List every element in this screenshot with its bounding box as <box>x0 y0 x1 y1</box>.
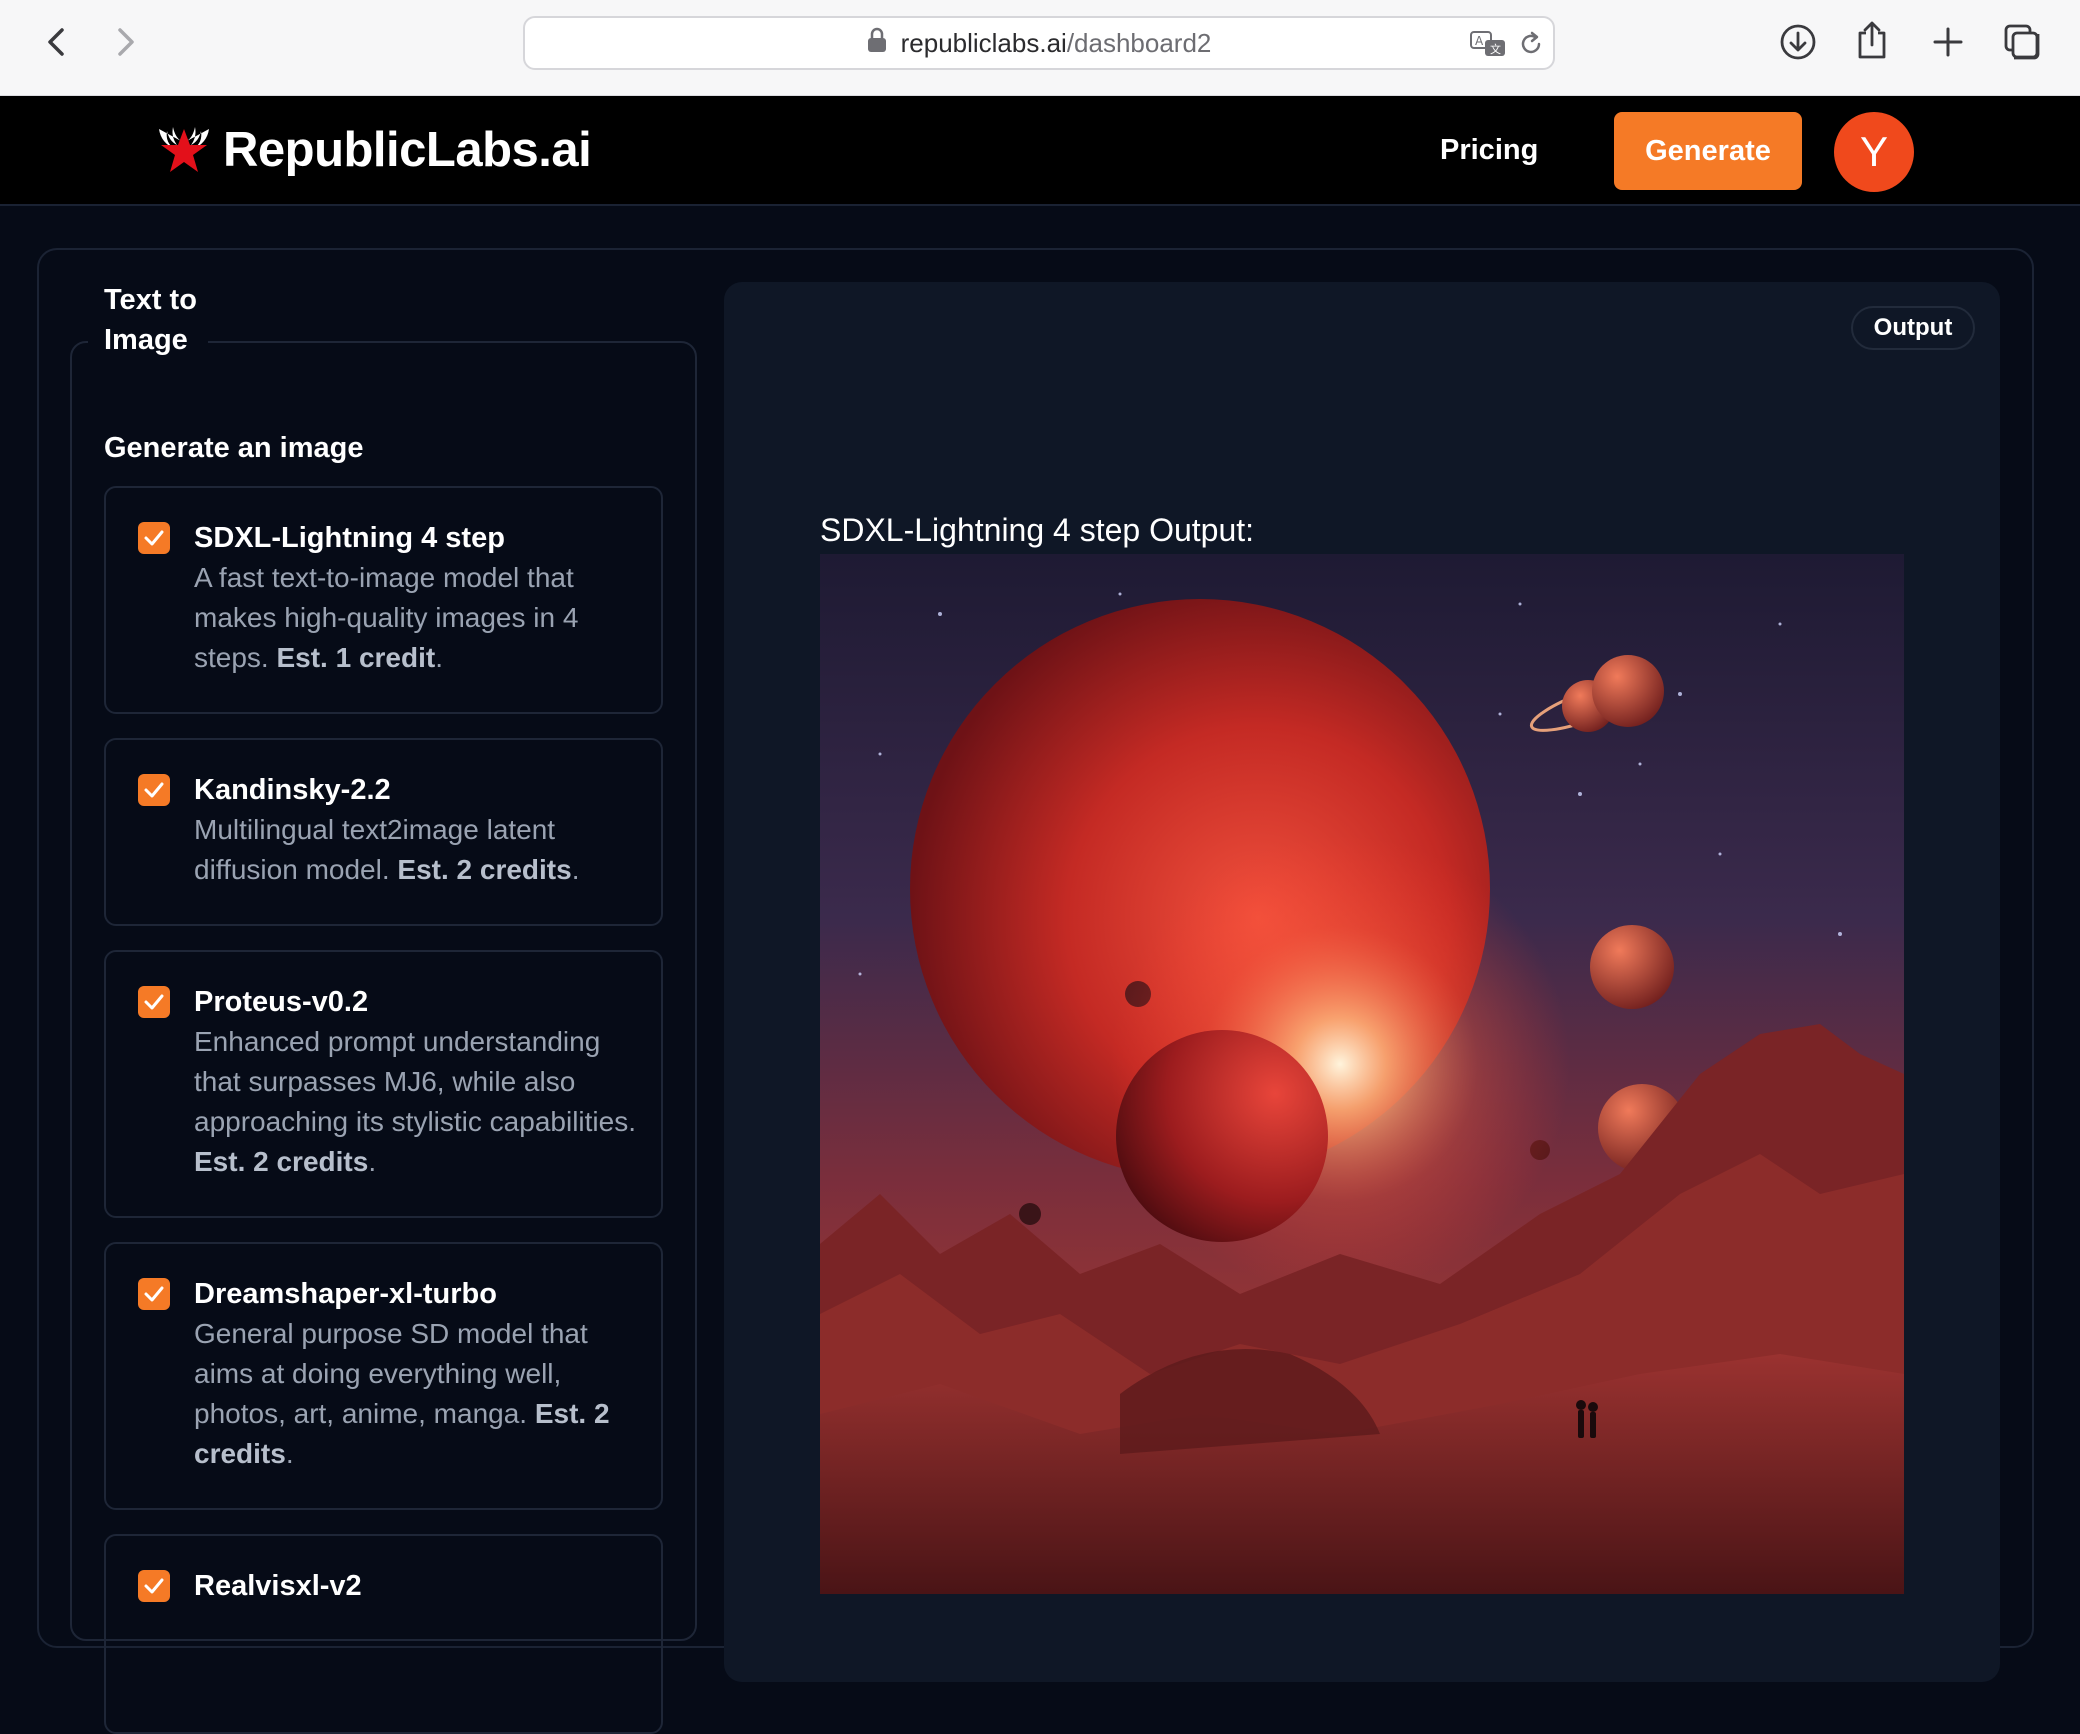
svg-text:文: 文 <box>1490 42 1501 56</box>
forward-arrow-icon[interactable] <box>106 22 146 62</box>
checkmark-icon <box>144 530 164 546</box>
model-name: Realvisxl-v2 <box>194 1570 362 1602</box>
checkmark-icon <box>144 1286 164 1302</box>
section-subtitle: Generate an image <box>104 432 364 464</box>
browser-toolbar: republiclabs.ai/dashboard2 A文 <box>0 0 2080 96</box>
model-credit: Est. 2 credits <box>194 1146 369 1177</box>
svg-text:A: A <box>1475 34 1484 48</box>
model-card-kandinsky[interactable]: Kandinsky-2.2 Multilingual text2image la… <box>104 738 663 926</box>
model-name: Kandinsky-2.2 <box>194 774 391 806</box>
address-bar[interactable]: republiclabs.ai/dashboard2 A文 <box>523 16 1555 70</box>
output-label: SDXL-Lightning 4 step Output: <box>820 512 1255 548</box>
download-icon[interactable] <box>1778 22 1818 62</box>
logo-text: RepublicLabs.ai <box>223 123 592 177</box>
model-checkbox[interactable] <box>138 1570 170 1602</box>
model-description: A fast text-to-image model that makes hi… <box>194 562 579 673</box>
model-card-proteus[interactable]: Proteus-v0.2 Enhanced prompt understandi… <box>104 950 663 1218</box>
output-badge[interactable]: Output <box>1851 306 1975 350</box>
checkmark-icon <box>144 1578 164 1594</box>
model-name: SDXL-Lightning 4 step <box>194 522 505 554</box>
model-checkbox[interactable] <box>138 522 170 554</box>
tab-overview-icon[interactable] <box>2002 22 2042 62</box>
space-landscape-illustration <box>820 554 1904 1594</box>
model-credit: Est. 2 credits <box>397 854 572 885</box>
new-tab-plus-icon[interactable] <box>1928 22 1968 62</box>
pricing-link[interactable]: Pricing <box>1440 96 1538 204</box>
url-path: /dashboard2 <box>1066 27 1212 58</box>
model-name: Proteus-v0.2 <box>194 986 369 1018</box>
back-arrow-icon[interactable] <box>36 22 76 62</box>
model-card-dreamshaper[interactable]: Dreamshaper-xl-turbo General purpose SD … <box>104 1242 663 1510</box>
model-checkbox[interactable] <box>138 774 170 806</box>
checkmark-icon <box>144 994 164 1010</box>
reload-icon[interactable] <box>1515 28 1547 60</box>
model-card-sdxl-lightning[interactable]: SDXL-Lightning 4 step A fast text-to-ima… <box>104 486 663 714</box>
checkmark-icon <box>144 782 164 798</box>
section-legend: Text to Image <box>88 280 208 360</box>
model-description: General purpose SD model that aims at do… <box>194 1318 610 1469</box>
generate-button[interactable]: Generate <box>1614 112 1802 190</box>
model-credit: Est. 1 credit <box>276 642 436 673</box>
generated-image[interactable] <box>820 554 1904 1594</box>
lock-icon <box>867 27 887 60</box>
user-avatar[interactable]: Y <box>1834 112 1914 192</box>
url-domain: republiclabs.ai <box>900 27 1067 58</box>
winged-star-icon <box>155 121 213 180</box>
translate-icon[interactable]: A文 <box>1469 28 1509 60</box>
site-header: RepublicLabs.ai Pricing Generate Y <box>0 96 2080 206</box>
model-description: Enhanced prompt understanding that surpa… <box>194 1026 636 1177</box>
share-icon[interactable] <box>1852 18 1892 62</box>
model-name: Dreamshaper-xl-turbo <box>194 1278 497 1310</box>
model-checkbox[interactable] <box>138 1278 170 1310</box>
model-card-realvisxl[interactable]: Realvisxl-v2 <box>104 1534 663 1734</box>
logo[interactable]: RepublicLabs.ai <box>155 118 592 182</box>
model-checkbox[interactable] <box>138 986 170 1018</box>
model-description: Multilingual text2image latent diffusion… <box>194 814 580 885</box>
